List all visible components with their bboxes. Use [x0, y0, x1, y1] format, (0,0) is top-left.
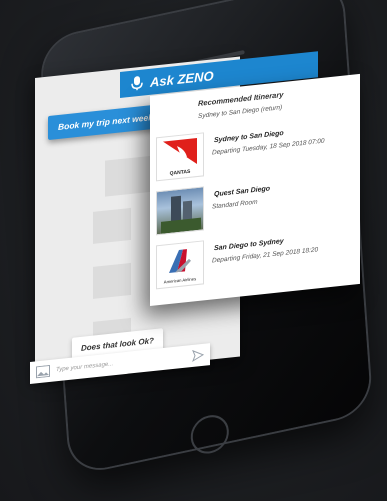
qantas-logo: QANTAS: [156, 132, 204, 182]
app-title: Ask ZENO: [150, 67, 214, 90]
american-airlines-logo: American Airlines: [156, 240, 204, 290]
home-button[interactable]: [189, 411, 231, 458]
itinerary-card: Recommended Itinerary Sydney to San Dieg…: [150, 73, 360, 307]
hotel-photo: [156, 186, 204, 236]
send-icon[interactable]: [192, 349, 204, 362]
faded-thumb: [93, 262, 131, 299]
item-detail: Standard Room: [212, 198, 258, 211]
svg-text:American Airlines: American Airlines: [164, 276, 196, 284]
svg-text:QANTAS: QANTAS: [170, 169, 191, 177]
image-attach-icon[interactable]: [36, 364, 50, 379]
microphone-icon[interactable]: [130, 74, 144, 91]
message-input[interactable]: Type your message...: [56, 361, 113, 373]
faded-thumb: [93, 207, 131, 244]
item-title: Quest San Diego: [214, 185, 271, 199]
